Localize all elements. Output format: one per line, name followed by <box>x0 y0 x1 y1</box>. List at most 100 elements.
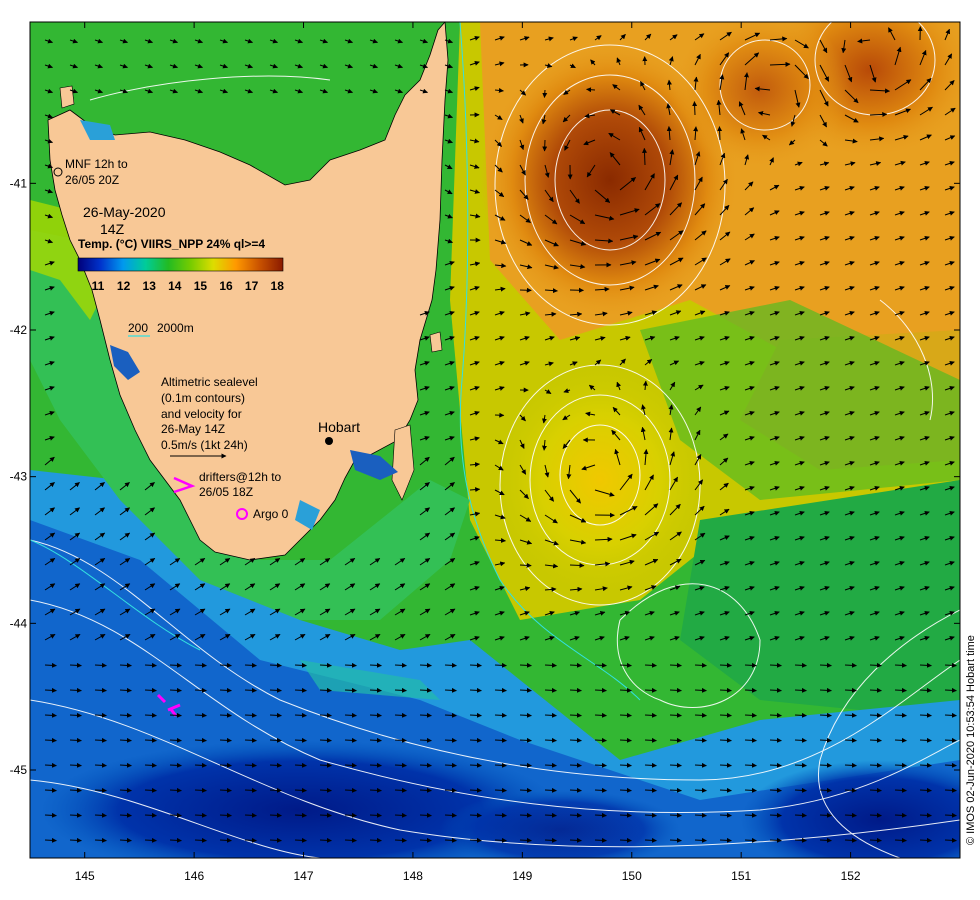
velocity-arrow-icon <box>469 712 482 718</box>
velocity-arrow-icon <box>769 762 782 768</box>
velocity-arrow-icon <box>244 712 257 718</box>
velocity-arrow-icon <box>719 787 732 793</box>
velocity-arrow-icon <box>194 662 207 668</box>
velocity-arrow-icon <box>819 837 832 843</box>
velocity-arrow-icon <box>494 837 507 843</box>
velocity-arrow-icon <box>144 812 157 818</box>
velocity-arrow-icon <box>569 737 582 743</box>
velocity-arrow-icon <box>944 812 957 818</box>
velocity-arrow-icon <box>419 837 432 843</box>
velocity-arrow-icon <box>869 762 882 768</box>
velocity-arrow-icon <box>119 687 132 693</box>
velocity-arrow-icon <box>319 687 332 693</box>
velocity-arrow-icon <box>844 812 857 818</box>
velocity-arrow-icon <box>519 737 532 743</box>
velocity-arrow-icon <box>169 737 182 743</box>
velocity-arrow-icon <box>144 837 157 843</box>
velocity-arrow-icon <box>469 812 482 818</box>
velocity-arrow-icon <box>894 737 907 743</box>
velocity-arrow-icon <box>669 812 682 818</box>
velocity-arrow-icon <box>644 712 657 718</box>
velocity-arrow-icon <box>344 787 357 793</box>
island-king <box>59 85 75 109</box>
velocity-arrow-icon <box>919 812 932 818</box>
colorbar-tick-label: 15 <box>194 279 208 293</box>
velocity-arrow-icon <box>369 762 382 768</box>
colorbar <box>77 257 284 272</box>
drifters-label-2: 26/05 18Z <box>199 485 253 499</box>
velocity-arrow-icon <box>319 787 332 793</box>
velocity-arrow-icon <box>144 662 157 668</box>
velocity-arrow-icon <box>844 837 857 843</box>
velocity-arrow-icon <box>294 812 307 818</box>
velocity-arrow-icon <box>294 712 307 718</box>
velocity-arrow-icon <box>769 812 782 818</box>
velocity-arrow-icon <box>444 762 457 768</box>
colorbar-tick-label: 16 <box>219 279 233 293</box>
velocity-arrow-icon <box>194 762 207 768</box>
x-tick-label: 152 <box>841 869 861 883</box>
velocity-arrow-icon <box>419 712 432 718</box>
velocity-arrow-icon <box>169 687 182 693</box>
velocity-arrow-icon <box>294 662 307 668</box>
velocity-arrow-icon <box>869 787 882 793</box>
velocity-arrow-icon <box>119 712 132 718</box>
velocity-arrow-icon <box>219 787 232 793</box>
velocity-arrow-icon <box>544 837 557 843</box>
credit-text: © IMOS 02-Jun-2020 10:53:54 Hobart time <box>965 635 977 845</box>
velocity-arrow-icon <box>519 837 532 843</box>
velocity-arrow-icon <box>644 762 657 768</box>
velocity-arrow-icon <box>419 812 432 818</box>
velocity-arrow-icon <box>144 737 157 743</box>
velocity-arrow-icon <box>494 762 507 768</box>
velocity-arrow-icon <box>244 787 257 793</box>
velocity-arrow-icon <box>319 662 332 668</box>
colorbar-tick-label: 12 <box>117 279 131 293</box>
velocity-arrow-icon <box>569 812 582 818</box>
velocity-arrow-icon <box>369 837 382 843</box>
velocity-arrow-icon <box>794 712 807 718</box>
velocity-arrow-icon <box>219 762 232 768</box>
velocity-arrow-icon <box>694 787 707 793</box>
velocity-arrow-icon <box>269 687 282 693</box>
velocity-arrow-icon <box>169 662 182 668</box>
velocity-arrow-icon <box>119 737 132 743</box>
velocity-arrow-icon <box>869 812 882 818</box>
velocity-arrow-icon <box>69 762 82 768</box>
velocity-arrow-icon <box>444 712 457 718</box>
velocity-arrow-icon <box>586 87 596 93</box>
velocity-arrow-icon <box>519 762 532 768</box>
velocity-arrow-icon <box>544 687 557 693</box>
y-tick-label: -43 <box>10 470 28 484</box>
velocity-arrow-icon <box>669 687 682 693</box>
colorbar-tick-label: 18 <box>271 279 285 293</box>
velocity-arrow-icon <box>244 737 257 743</box>
velocity-arrow-icon <box>717 126 723 141</box>
velocity-arrow-icon <box>569 687 582 693</box>
velocity-arrow-icon <box>319 712 332 718</box>
velocity-arrow-icon <box>869 687 882 693</box>
velocity-arrow-icon <box>894 662 907 668</box>
velocity-arrow-icon <box>619 812 632 818</box>
velocity-arrow-icon <box>644 787 657 793</box>
velocity-arrow-icon <box>844 762 857 768</box>
velocity-arrow-icon <box>894 687 907 693</box>
x-tick-label: 146 <box>184 869 204 883</box>
velocity-arrow-icon <box>444 737 457 743</box>
velocity-arrow-icon <box>794 662 807 668</box>
velocity-arrow-icon <box>569 562 585 568</box>
velocity-arrow-icon <box>644 737 657 743</box>
velocity-arrow-icon <box>694 687 707 693</box>
velocity-arrow-icon <box>594 662 607 668</box>
velocity-arrow-icon <box>119 837 132 843</box>
contour-200-label: 200 <box>128 321 148 335</box>
temp-title: Temp. (°C) VIIRS_NPP 24% ql>=4 <box>78 237 265 251</box>
velocity-arrow-icon <box>869 712 882 718</box>
velocity-arrow-icon <box>194 837 207 843</box>
argo-label: Argo 0 <box>253 507 289 521</box>
velocity-arrow-icon <box>544 737 557 743</box>
velocity-arrow-icon <box>269 812 282 818</box>
velocity-arrow-icon <box>369 737 382 743</box>
velocity-arrow-icon <box>494 812 507 818</box>
velocity-arrow-icon <box>919 687 932 693</box>
